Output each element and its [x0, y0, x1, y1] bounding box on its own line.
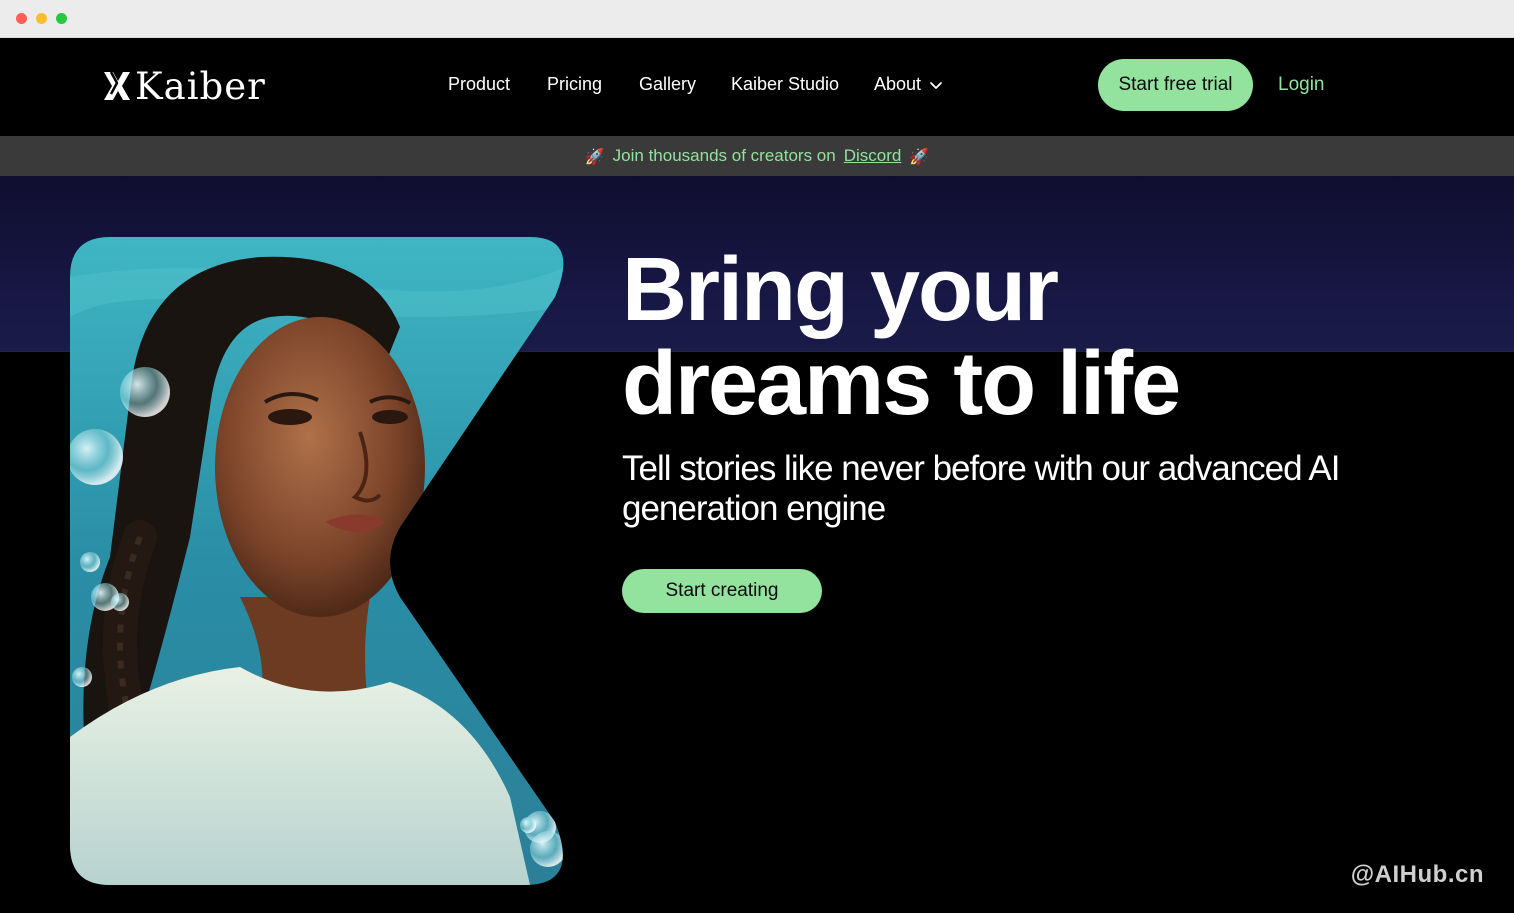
top-nav: Kaiber Product Pricing Gallery Kaiber St…: [0, 38, 1514, 136]
page: Kaiber Product Pricing Gallery Kaiber St…: [0, 38, 1514, 913]
hero-subheading: Tell stories like never before with our …: [622, 449, 1340, 528]
chevron-down-icon: [930, 81, 942, 89]
nav-item-kaiber-studio[interactable]: Kaiber Studio: [731, 74, 839, 95]
nav-item-about-label: About: [874, 74, 922, 94]
banner-text: Join thousands of creators on: [612, 146, 836, 165]
nav-item-about[interactable]: About: [874, 74, 943, 95]
announcement-banner: 🚀 Join thousands of creators on Discord …: [0, 136, 1514, 176]
hero-portrait-image: [70, 237, 564, 885]
start-free-trial-button[interactable]: Start free trial: [1098, 59, 1253, 111]
hero-headline: Bring your dreams to life: [622, 243, 1322, 431]
minimize-window-button[interactable]: [36, 13, 47, 24]
maximize-window-button[interactable]: [56, 13, 67, 24]
rocket-icon: 🚀: [584, 146, 605, 166]
nav-item-product[interactable]: Product: [448, 74, 510, 95]
close-window-button[interactable]: [16, 13, 27, 24]
nav-item-gallery[interactable]: Gallery: [639, 74, 696, 95]
logo-text: Kaiber: [135, 64, 266, 108]
kaiber-logo-icon: [104, 71, 130, 100]
browser-chrome: [0, 0, 1514, 38]
watermark: @AIHub.cn: [1350, 861, 1484, 888]
discord-link[interactable]: Discord: [844, 146, 902, 166]
logo[interactable]: Kaiber: [102, 66, 266, 106]
rocket-icon: 🚀: [909, 146, 930, 166]
start-creating-button[interactable]: Start creating: [622, 569, 822, 613]
nav-item-pricing[interactable]: Pricing: [547, 74, 602, 95]
hero-headline-line-1: Bring your: [622, 240, 1059, 340]
login-link[interactable]: Login: [1278, 74, 1325, 96]
hero-headline-line-2: dreams to life: [622, 334, 1181, 434]
